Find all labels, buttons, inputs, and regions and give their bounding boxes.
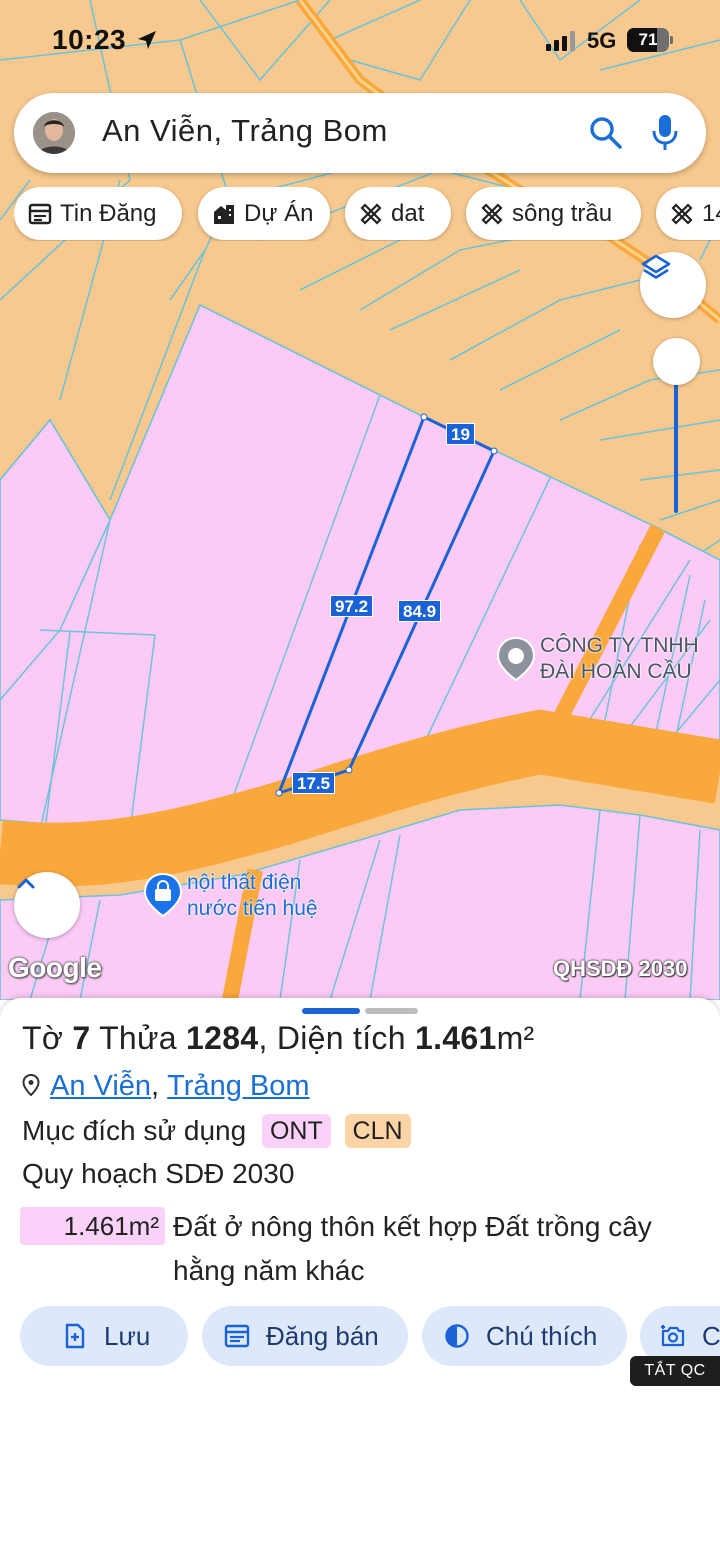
company-label[interactable]: CÔNG TY TNHH ĐÀI HOÀN CẦU — [540, 633, 699, 685]
parcel-number: 1284 — [186, 1020, 259, 1056]
action-buttons: Lưu Đăng bán Chú thích C — [0, 1306, 720, 1368]
chip-label: sông trầu — [512, 199, 613, 227]
measure-label-left: 97.2 — [330, 595, 374, 617]
search-icon[interactable] — [588, 115, 624, 151]
parcel-info-sheet[interactable]: Tờ 7 Thửa 1284, Diện tích 1.461m² An Viễ… — [0, 998, 720, 1557]
battery-icon: 71 — [627, 28, 673, 52]
camera-label: C — [702, 1320, 720, 1351]
opacity-slider-handle[interactable] — [653, 338, 700, 385]
shop-pin-icon[interactable] — [143, 872, 183, 918]
area-prefix: , Diện tích — [258, 1020, 406, 1056]
parcel-title: Tờ 7 Thửa 1284, Diện tích 1.461m² — [22, 1020, 535, 1057]
ward-link[interactable]: An Viễn — [50, 1070, 151, 1102]
layer-name-label: QHSDĐ 2030 — [553, 956, 688, 981]
chip-label: Dự Án — [244, 199, 314, 227]
camera-icon — [661, 1325, 685, 1347]
usage-label: Mục đích sử dụng — [22, 1115, 247, 1146]
measure-label-top: 19 — [446, 423, 475, 445]
sheet-number: 7 — [72, 1020, 91, 1056]
chip-tin-dang[interactable]: Tin Đăng — [14, 187, 182, 240]
chip-label: dat — [391, 199, 425, 227]
layers-icon — [641, 254, 671, 279]
usage-tag-ont[interactable]: ONT — [261, 1114, 331, 1148]
status-time: 10:23 — [52, 24, 127, 55]
ruler-icon — [481, 202, 503, 225]
network-type: 5G — [587, 28, 617, 53]
plan-label: Quy hoạch SDĐ 2030 — [22, 1158, 295, 1189]
chip-song-trau[interactable]: sông trầu — [466, 187, 641, 240]
layers-button[interactable] — [640, 252, 706, 318]
sheet-handle-active[interactable] — [302, 1008, 360, 1014]
location-line: An Viễn, Trảng Bom — [22, 1070, 310, 1103]
cellular-signal-icon — [546, 31, 575, 51]
battery-level: 71 — [638, 30, 658, 49]
sheet-prefix: Tờ — [22, 1020, 64, 1056]
location-separator: , — [151, 1070, 160, 1102]
company-label-line-2: ĐÀI HOÀN CẦU — [540, 660, 692, 683]
chevron-up-icon — [17, 878, 35, 889]
shop-label-line-2: nước tiến huệ — [187, 897, 318, 920]
usage-tag-cln[interactable]: CLN — [344, 1114, 411, 1148]
chip-label: Tin Đăng — [60, 199, 157, 227]
bookmark-add-icon — [65, 1323, 85, 1349]
listing-icon — [28, 203, 52, 224]
ruler-icon — [671, 202, 693, 225]
expand-up-button[interactable] — [14, 872, 80, 938]
measure-label-bottom: 17.5 — [292, 772, 336, 794]
chip-du-an[interactable]: Dự Án — [198, 187, 330, 240]
shop-label[interactable]: nội thất điện nước tiến huệ — [187, 870, 318, 922]
google-logo: Google — [8, 952, 102, 983]
status-bar: 10:23 5G 71 — [0, 0, 720, 80]
usage-line: Mục đích sử dụng ONT CLN — [22, 1114, 411, 1148]
post-sale-label: Đăng bán — [266, 1320, 379, 1351]
company-label-line-1: CÔNG TY TNHH — [540, 634, 699, 657]
search-bar[interactable]: An Viễn, Trảng Bom — [14, 93, 706, 173]
save-button[interactable]: Lưu — [20, 1306, 188, 1366]
legend-label: Chú thích — [486, 1320, 598, 1351]
area-unit: m² — [496, 1020, 535, 1056]
microphone-icon[interactable] — [650, 113, 680, 153]
district-link[interactable]: Trảng Bom — [167, 1070, 309, 1102]
avatar[interactable] — [33, 112, 75, 154]
building-icon — [214, 204, 234, 224]
parcel-prefix: Thửa — [99, 1020, 177, 1056]
avatar-image — [33, 112, 75, 154]
plan-description: Đất ở nông thôn kết hợp Đất trồng cây hằ… — [173, 1211, 652, 1286]
save-label: Lưu — [104, 1320, 151, 1351]
location-pin-icon — [22, 1074, 40, 1096]
chip-dat[interactable]: dat — [345, 187, 451, 240]
contrast-icon — [445, 1324, 469, 1348]
chip-14[interactable]: 14 — [656, 187, 720, 240]
area-value: 1.461 — [415, 1020, 497, 1056]
chip-label: 14 — [702, 199, 720, 227]
location-arrow-icon — [138, 31, 156, 49]
opacity-slider-track[interactable] — [674, 365, 678, 513]
legend-button[interactable]: Chú thích — [422, 1306, 627, 1366]
shop-label-line-1: nội thất điện — [187, 871, 302, 894]
company-pin-icon[interactable] — [496, 636, 536, 682]
filter-chips: Tin Đăng Dự Án dat sông trầu 14 — [14, 187, 720, 241]
plan-area-badge: 1.461m² — [20, 1207, 165, 1245]
listing-icon — [224, 1324, 250, 1348]
post-sale-button[interactable]: Đăng bán — [202, 1306, 408, 1366]
sheet-handle-inactive[interactable] — [365, 1008, 418, 1014]
disable-ads-button[interactable]: TẮT QC — [630, 1356, 720, 1386]
search-input[interactable]: An Viễn, Trảng Bom — [102, 113, 388, 149]
measure-label-right: 84.9 — [398, 600, 442, 622]
ruler-icon — [360, 202, 382, 225]
